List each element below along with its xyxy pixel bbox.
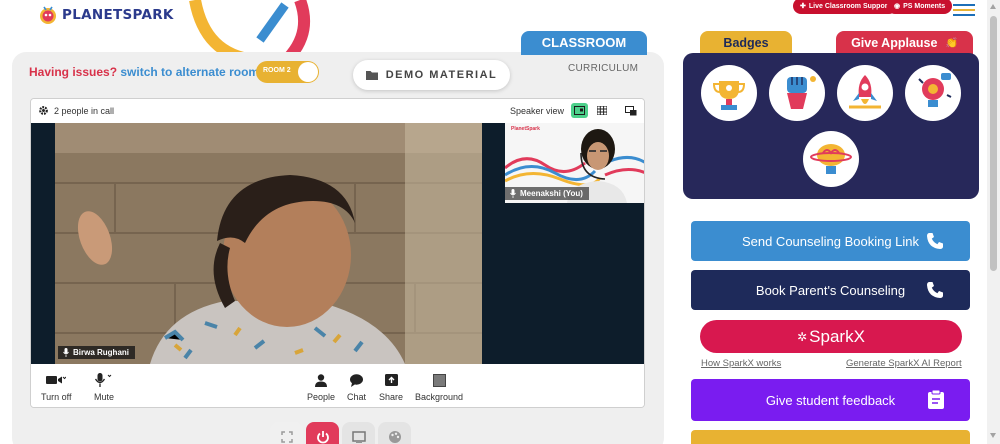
share-button[interactable]: Share — [379, 372, 403, 402]
fist-badge[interactable] — [769, 65, 825, 121]
tab-give-applause[interactable]: Give Applause 👏 — [836, 31, 973, 55]
next-action-button[interactable] — [691, 430, 970, 444]
people-label: People — [307, 392, 336, 402]
main-participant-video[interactable] — [55, 123, 482, 364]
video-call: 2 people in call Speaker view Birwa Rugh… — [30, 98, 645, 408]
menu-icon[interactable] — [953, 4, 975, 16]
speaker-view-icon[interactable] — [571, 103, 588, 118]
live-support-button[interactable]: ✚ Live Classroom Support — [793, 0, 897, 14]
issue-label: Having issues? — [29, 65, 118, 79]
tab-classroom[interactable]: CLASSROOM — [521, 31, 647, 55]
brain-icon — [810, 144, 852, 174]
palette-icon[interactable] — [378, 422, 411, 444]
give-student-feedback-button[interactable]: Give student feedback — [691, 379, 970, 421]
people-icon — [315, 373, 328, 387]
whiteboard-icon[interactable] — [342, 422, 375, 444]
brand-name: PLANETSPARK — [62, 7, 174, 23]
scroll-up-arrow-icon[interactable] — [990, 4, 996, 9]
power-icon[interactable] — [306, 422, 339, 444]
camera-toggle-button[interactable]: Turn off — [41, 372, 72, 402]
phone-icon — [927, 233, 943, 249]
clap-icon: 👏 — [945, 37, 958, 49]
people-button[interactable]: People — [307, 372, 335, 402]
send-counseling-link-button[interactable]: Send Counseling Booking Link — [691, 221, 970, 261]
folder-icon — [365, 71, 378, 80]
call-controls: Turn off Mute People Chat Share Backgrou… — [31, 364, 644, 407]
give-applause-label: Give Applause — [851, 36, 938, 50]
chat-button[interactable]: Chat — [347, 372, 366, 402]
bottom-toolbar — [270, 422, 411, 444]
ps-moments-label: PS Moments — [903, 2, 946, 10]
speaker-view-label: Speaker view — [510, 106, 565, 116]
mascot-icon — [38, 4, 58, 26]
trophy-badge[interactable] — [701, 65, 757, 121]
scrollbar-thumb[interactable] — [990, 16, 997, 271]
demo-material-button[interactable]: DEMO MATERIAL — [353, 60, 510, 90]
support-icon: ✚ — [800, 3, 806, 10]
ps-moments-button[interactable]: ◉ PS Moments — [887, 0, 953, 14]
demo-material-label: DEMO MATERIAL — [385, 69, 498, 81]
camera-toggle-label: Turn off — [41, 392, 72, 402]
tab-curriculum[interactable]: CURRICULUM — [568, 63, 638, 74]
trophy-icon — [712, 81, 746, 110]
share-icon — [384, 374, 398, 386]
sparkx-label: SparkX — [809, 326, 865, 346]
pip-toggle-icon[interactable] — [622, 103, 639, 118]
expand-icon[interactable] — [270, 422, 303, 444]
camera-icon: ◉ — [894, 3, 901, 10]
live-support-label: Live Classroom Support — [808, 2, 890, 10]
settings-gear-icon[interactable] — [38, 105, 49, 116]
scroll-down-arrow-icon[interactable] — [990, 433, 996, 438]
microphone-icon — [94, 373, 112, 387]
mute-label: Mute — [94, 392, 115, 402]
planetspark-logo[interactable]: PLANETSPARK — [38, 4, 174, 26]
rocket-badge[interactable] — [837, 65, 893, 121]
alternate-room-prompt: Having issues? switch to alternate room — [29, 65, 259, 79]
badges-panel — [683, 53, 979, 199]
room-toggle-label: ROOM 2 — [263, 67, 291, 74]
how-sparkx-works-link[interactable]: How SparkX works — [701, 358, 781, 369]
idea-badge[interactable] — [905, 65, 961, 121]
sparkx-logo-icon: ✲ — [797, 329, 808, 344]
background-button[interactable]: Background — [415, 372, 463, 402]
mute-button[interactable]: Mute — [94, 372, 114, 402]
rocket-icon — [849, 75, 881, 109]
raised-fist-icon — [787, 76, 816, 109]
video-stage: Birwa Rughani PlanetSpark Meenakshi (You… — [31, 123, 644, 364]
main-participant-name: Birwa Rughani — [58, 346, 136, 359]
clipboard-icon — [928, 390, 944, 409]
tab-badges[interactable]: Badges — [700, 31, 792, 55]
background-icon — [432, 373, 446, 387]
call-header: 2 people in call Speaker view — [31, 99, 644, 123]
chat-label: Chat — [347, 392, 367, 402]
background-label: Background — [415, 392, 464, 402]
room-toggle[interactable]: ROOM 2 — [256, 61, 319, 83]
microphone-icon — [63, 348, 69, 357]
page-scrollbar[interactable] — [987, 0, 1000, 444]
phone-icon — [927, 282, 943, 298]
brain-badge[interactable] — [803, 131, 859, 187]
switch-room-link[interactable]: switch to alternate room — [120, 65, 259, 79]
self-participant-label: Meenakshi (You) — [520, 189, 583, 198]
main-participant-label: Birwa Rughani — [73, 348, 130, 357]
sparkx-button[interactable]: ✲ SparkX — [700, 320, 962, 353]
student-video-feed — [55, 123, 482, 364]
share-label: Share — [379, 392, 404, 402]
book-parent-counseling-button[interactable]: Book Parent's Counseling — [691, 270, 970, 310]
self-participant-name: Meenakshi (You) — [505, 187, 589, 200]
people-count: 2 people in call — [54, 106, 115, 116]
pip-brand-logo: PlanetSpark — [511, 126, 540, 132]
toggle-knob — [298, 62, 318, 82]
video-camera-icon — [46, 376, 67, 384]
lightbulb-icon — [918, 73, 952, 107]
microphone-icon — [510, 189, 516, 198]
generate-sparkx-report-link[interactable]: Generate SparkX AI Report — [846, 358, 962, 369]
chat-icon — [350, 373, 363, 387]
grid-view-icon[interactable] — [593, 103, 610, 118]
